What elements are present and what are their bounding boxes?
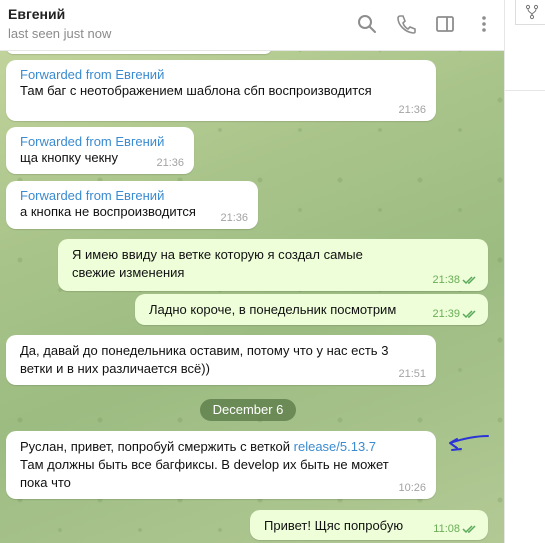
phone-icon[interactable] [395, 13, 417, 35]
message-time: 11:08 [433, 523, 460, 535]
right-panel [504, 0, 545, 543]
message-time: 21:36 [398, 104, 426, 116]
message-outgoing[interactable]: Ладно короче, в понедельник посмотрим 21… [135, 294, 488, 325]
message-time: 21:51 [398, 368, 426, 380]
double-check-icon [462, 310, 476, 319]
message-incoming[interactable]: Руслан, привет, попробуй смержить с ветк… [6, 431, 436, 499]
message-outgoing[interactable]: Я имею ввиду на ветке которую я создал с… [58, 239, 488, 291]
message-incoming[interactable]: Forwarded from Евгений ща кнопку чекну 2… [6, 127, 194, 174]
message-text-continued: Там должны быть все багфиксы. В develop … [20, 457, 389, 490]
forwarded-from-label[interactable]: Forwarded from Евгений [20, 67, 436, 82]
contact-name[interactable]: Евгений [8, 6, 65, 22]
message-text: Да, давай до понедельника оставим, потом… [20, 343, 389, 376]
message-time: 21:36 [220, 212, 248, 224]
message-time: 21:36 [156, 157, 184, 169]
search-icon[interactable] [356, 13, 378, 35]
chat-header: Евгений last seen just now [0, 0, 504, 51]
annotation-arrow [449, 435, 489, 451]
message-incoming[interactable]: Forwarded from Евгений а кнопка не воспр… [6, 181, 258, 229]
message-time: 21:39 [432, 308, 460, 320]
double-check-icon [462, 525, 476, 534]
message-time: 21:38 [432, 274, 460, 286]
message-text: Я имею ввиду на ветке которую я создал с… [72, 247, 363, 280]
branch-icon [525, 4, 539, 20]
forwarded-from-label[interactable]: Forwarded from Евгений [20, 188, 258, 203]
contact-status: last seen just now [8, 26, 112, 41]
message-incoming[interactable]: Forwarded from Евгений Там баг с неотобр… [6, 60, 436, 121]
forwarded-from-label[interactable]: Forwarded from Евгений [20, 134, 194, 149]
chat-area: Forwarded from Евгений Там баг с неотобр… [0, 0, 504, 543]
message-text: Руслан, привет, попробуй смержить с ветк… [20, 439, 294, 454]
message-incoming[interactable]: Да, давай до понедельника оставим, потом… [6, 335, 436, 385]
message-text: Там баг с неотображением шаблона сбп вос… [20, 83, 372, 98]
more-menu-icon[interactable] [473, 13, 495, 35]
branch-link[interactable]: release/5.13.7 [294, 439, 376, 454]
double-check-icon [462, 276, 476, 285]
branch-icon-box[interactable] [515, 0, 545, 25]
date-separator: December 6 [200, 399, 296, 421]
message-outgoing[interactable]: Привет! Щяс попробую 11:08 [250, 510, 488, 540]
divider [505, 90, 545, 91]
message-time: 10:26 [398, 482, 426, 494]
sidebar-toggle-icon[interactable] [434, 13, 456, 35]
